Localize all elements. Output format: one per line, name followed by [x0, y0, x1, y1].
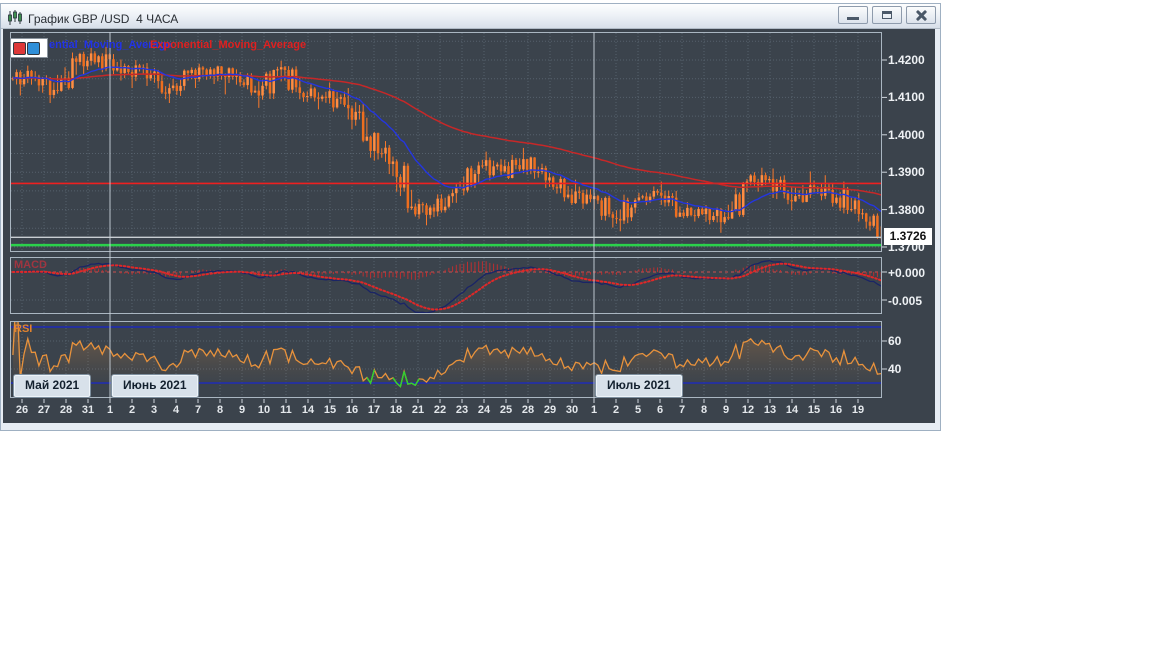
x-axis-label: 2 — [612, 404, 620, 416]
close-button[interactable] — [906, 6, 936, 24]
x-axis-label: 16 — [345, 404, 359, 416]
x-axis-label: 27 — [37, 404, 51, 416]
minimize-icon — [847, 17, 859, 20]
x-axis-label: 30 — [565, 404, 579, 416]
x-axis-label: 3 — [150, 404, 158, 416]
chart-canvas[interactable] — [0, 0, 1152, 648]
x-axis-label: 13 — [763, 404, 777, 416]
x-axis-label: 7 — [194, 404, 202, 416]
price-axis-label: 1.4200 — [888, 53, 925, 67]
x-axis-label: 28 — [521, 404, 535, 416]
x-axis-label: 12 — [741, 404, 755, 416]
x-axis-label: 26 — [15, 404, 29, 416]
x-axis-label: 25 — [499, 404, 513, 416]
title-bar[interactable]: График GBP /USD 4 ЧАСА — [1, 4, 940, 29]
x-axis-label: 23 — [455, 404, 469, 416]
x-axis-label: 8 — [700, 404, 708, 416]
x-axis-label: 8 — [216, 404, 224, 416]
macd-axis-label: +0.000 — [888, 266, 926, 280]
price-axis-label: 1.3900 — [888, 165, 925, 180]
maximize-icon — [882, 11, 892, 19]
candlestick-chart-icon — [8, 10, 22, 25]
x-axis-label: 2 — [128, 404, 136, 416]
x-axis-label: 15 — [323, 404, 337, 416]
x-axis-label: 24 — [477, 404, 491, 416]
price-axis-label: 1.3800 — [888, 202, 925, 217]
x-axis-label: 7 — [678, 404, 686, 416]
macd-panel-label: MACD — [14, 259, 47, 271]
x-axis-label: 31 — [81, 404, 95, 416]
x-axis-label: 16 — [829, 404, 843, 416]
price-axis-label: 1.4000 — [888, 127, 925, 142]
x-axis-label: 6 — [656, 404, 664, 416]
x-axis-label: 1 — [590, 404, 598, 416]
current-price-label: 1.3726 — [884, 228, 932, 245]
x-axis-label: 28 — [59, 404, 73, 416]
x-axis-label: 22 — [433, 404, 447, 416]
x-axis-label: 21 — [411, 404, 425, 416]
x-axis-label: 5 — [634, 404, 642, 416]
x-axis-label: 1 — [106, 404, 114, 416]
rsi-panel-label: RSI — [14, 323, 33, 335]
price-axis-label: 1.4100 — [888, 90, 925, 105]
x-axis-label: 19 — [851, 404, 865, 416]
macd-axis-label: -0.005 — [888, 294, 923, 308]
x-axis-label: 18 — [389, 404, 403, 416]
x-axis-label: 17 — [367, 404, 381, 416]
x-axis-label: 14 — [785, 404, 799, 416]
month-label: Июнь 2021 — [112, 375, 198, 397]
x-axis-label: 11 — [280, 404, 292, 416]
blue-indicator-button[interactable] — [27, 42, 40, 55]
month-label: Июль 2021 — [596, 375, 682, 397]
x-axis-label: 10 — [257, 404, 271, 416]
x-axis-label: 9 — [722, 404, 730, 416]
window-title: График GBP /USD 4 ЧАСА — [28, 12, 179, 26]
x-axis-label: 14 — [301, 404, 315, 416]
maximize-button[interactable] — [872, 6, 902, 24]
minimize-button[interactable] — [838, 6, 868, 24]
x-axis-label: 29 — [543, 404, 557, 416]
month-label: Май 2021 — [14, 375, 91, 397]
red-indicator-button[interactable] — [13, 42, 26, 55]
x-axis-label: 15 — [807, 404, 821, 416]
rsi-axis-label: 60 — [888, 334, 902, 348]
rsi-axis-label: 40 — [888, 362, 902, 376]
x-axis-label: 9 — [238, 404, 246, 416]
x-axis-label: 4 — [172, 404, 180, 416]
legend-ema-slow: Exponential_Moving_Average — [150, 39, 307, 51]
page: График GBP /USD 4 ЧАСА 1.4200 1.4100 1.400… — [0, 0, 1152, 648]
